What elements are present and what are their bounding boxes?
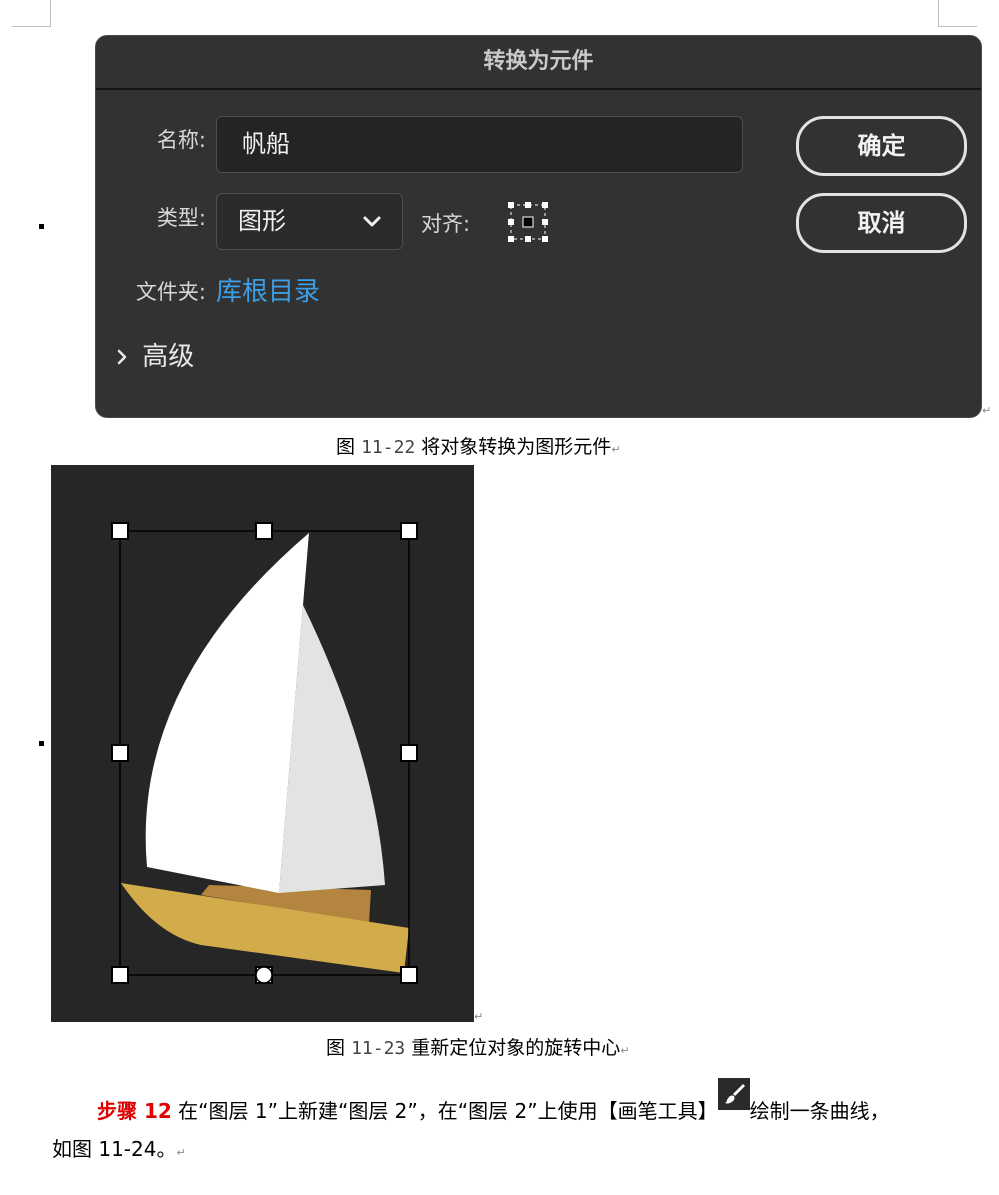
paragraph-mark: [39, 224, 44, 229]
advanced-toggle[interactable]: 高级: [112, 336, 194, 373]
step-text: 在“图层 1”上新建“图层 2”，在“图层 2”上使用【画笔工具】: [178, 1099, 718, 1123]
name-label: 名称:: [156, 128, 206, 152]
return-mark: ↵: [474, 1010, 484, 1023]
handle-bottom-left: [111, 966, 129, 984]
paragraph-mark: [39, 741, 44, 746]
folder-link[interactable]: 库根目录: [216, 271, 320, 308]
brush-tool-icon: [717, 1078, 750, 1110]
page-corner-mark-right: [938, 0, 977, 27]
step-paragraph-line2: 如图 11-24。↵: [52, 1137, 186, 1161]
handle-top-left: [111, 522, 129, 540]
step-label: 步骤 12: [97, 1099, 172, 1123]
folder-label: 文件夹:: [135, 280, 206, 304]
registration-grid-icon[interactable]: [508, 202, 548, 242]
handle-bottom-right: [400, 966, 418, 984]
handle-top-right: [400, 522, 418, 540]
align-label: 对齐:: [421, 212, 471, 236]
figure-caption: 图 11-23 重新定位对象的旋转中心↵: [326, 1037, 630, 1059]
advanced-label: 高级: [142, 342, 195, 372]
figure-caption: 图 11-22 将对象转换为图形元件↵: [336, 436, 621, 458]
sailboat-drawing: [111, 522, 418, 984]
chevron-down-icon: [363, 216, 381, 227]
type-select[interactable]: 图形: [216, 193, 403, 250]
convert-to-symbol-dialog: 转换为元件 名称: 帆船 类型: 图形 对齐: 文件夹: 库根目录 高级 确定 …: [95, 35, 982, 418]
return-mark: ↵: [982, 404, 992, 417]
chevron-right-icon: [117, 349, 127, 365]
page-corner-mark-left: [12, 0, 51, 27]
handle-middle-left: [111, 744, 129, 762]
step-paragraph-line1: 步骤 12 在“图层 1”上新建“图层 2”，在“图层 2”上使用【画笔工具】 …: [97, 1078, 890, 1124]
step-text-end: 绘制一条曲线，: [749, 1099, 890, 1123]
ok-button[interactable]: 确定: [796, 116, 967, 176]
sailboat-illustration: [51, 465, 474, 1022]
type-select-value: 图形: [238, 207, 286, 235]
handle-middle-right: [400, 744, 418, 762]
handle-top-center: [255, 522, 273, 540]
cancel-button[interactable]: 取消: [796, 193, 967, 253]
name-field[interactable]: 帆船: [216, 116, 743, 173]
type-label: 类型:: [156, 206, 206, 230]
rotation-center-point: [255, 966, 273, 984]
dialog-title: 转换为元件: [96, 36, 981, 90]
